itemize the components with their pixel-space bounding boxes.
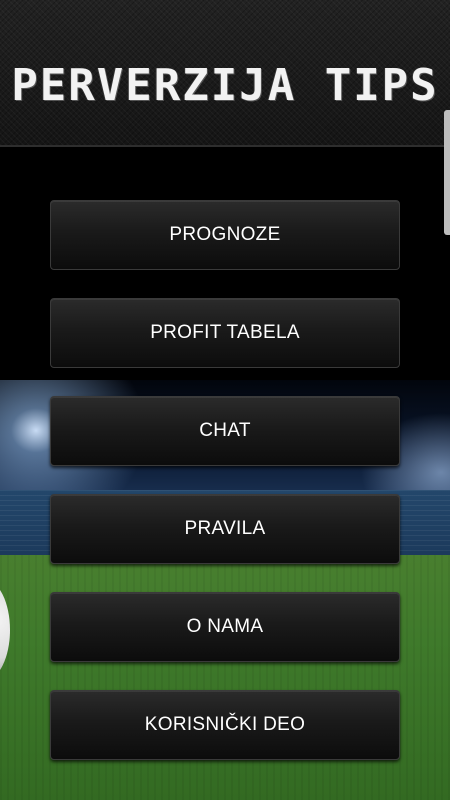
profit-tabela-button[interactable]: PROFIT TABELA — [50, 298, 400, 368]
main-menu: PROGNOZE PROFIT TABELA CHAT PRAVILA O NA… — [50, 200, 400, 788]
app-header: PERVERZIJA TIPS — [0, 0, 450, 147]
o-nama-button[interactable]: O NAMA — [50, 592, 400, 662]
pravila-label: PRAVILA — [184, 518, 266, 539]
prognoze-label: PROGNOZE — [169, 224, 281, 245]
korisnicki-deo-label: KORISNIČKI DEO — [144, 714, 306, 735]
o-nama-label: O NAMA — [186, 616, 264, 637]
korisnicki-deo-button[interactable]: KORISNIČKI DEO — [50, 690, 400, 760]
chat-label: CHAT — [199, 420, 251, 441]
pravila-button[interactable]: PRAVILA — [50, 494, 400, 564]
app-title: PERVERZIJA TIPS — [11, 60, 439, 111]
profit-tabela-label: PROFIT TABELA — [150, 322, 300, 343]
app-screen: PERVERZIJA TIPS PROGNOZE PROFIT TABELA C… — [0, 0, 450, 800]
scrollbar-thumb[interactable] — [444, 110, 450, 235]
prognoze-button[interactable]: PROGNOZE — [50, 200, 400, 270]
chat-button[interactable]: CHAT — [50, 396, 400, 466]
